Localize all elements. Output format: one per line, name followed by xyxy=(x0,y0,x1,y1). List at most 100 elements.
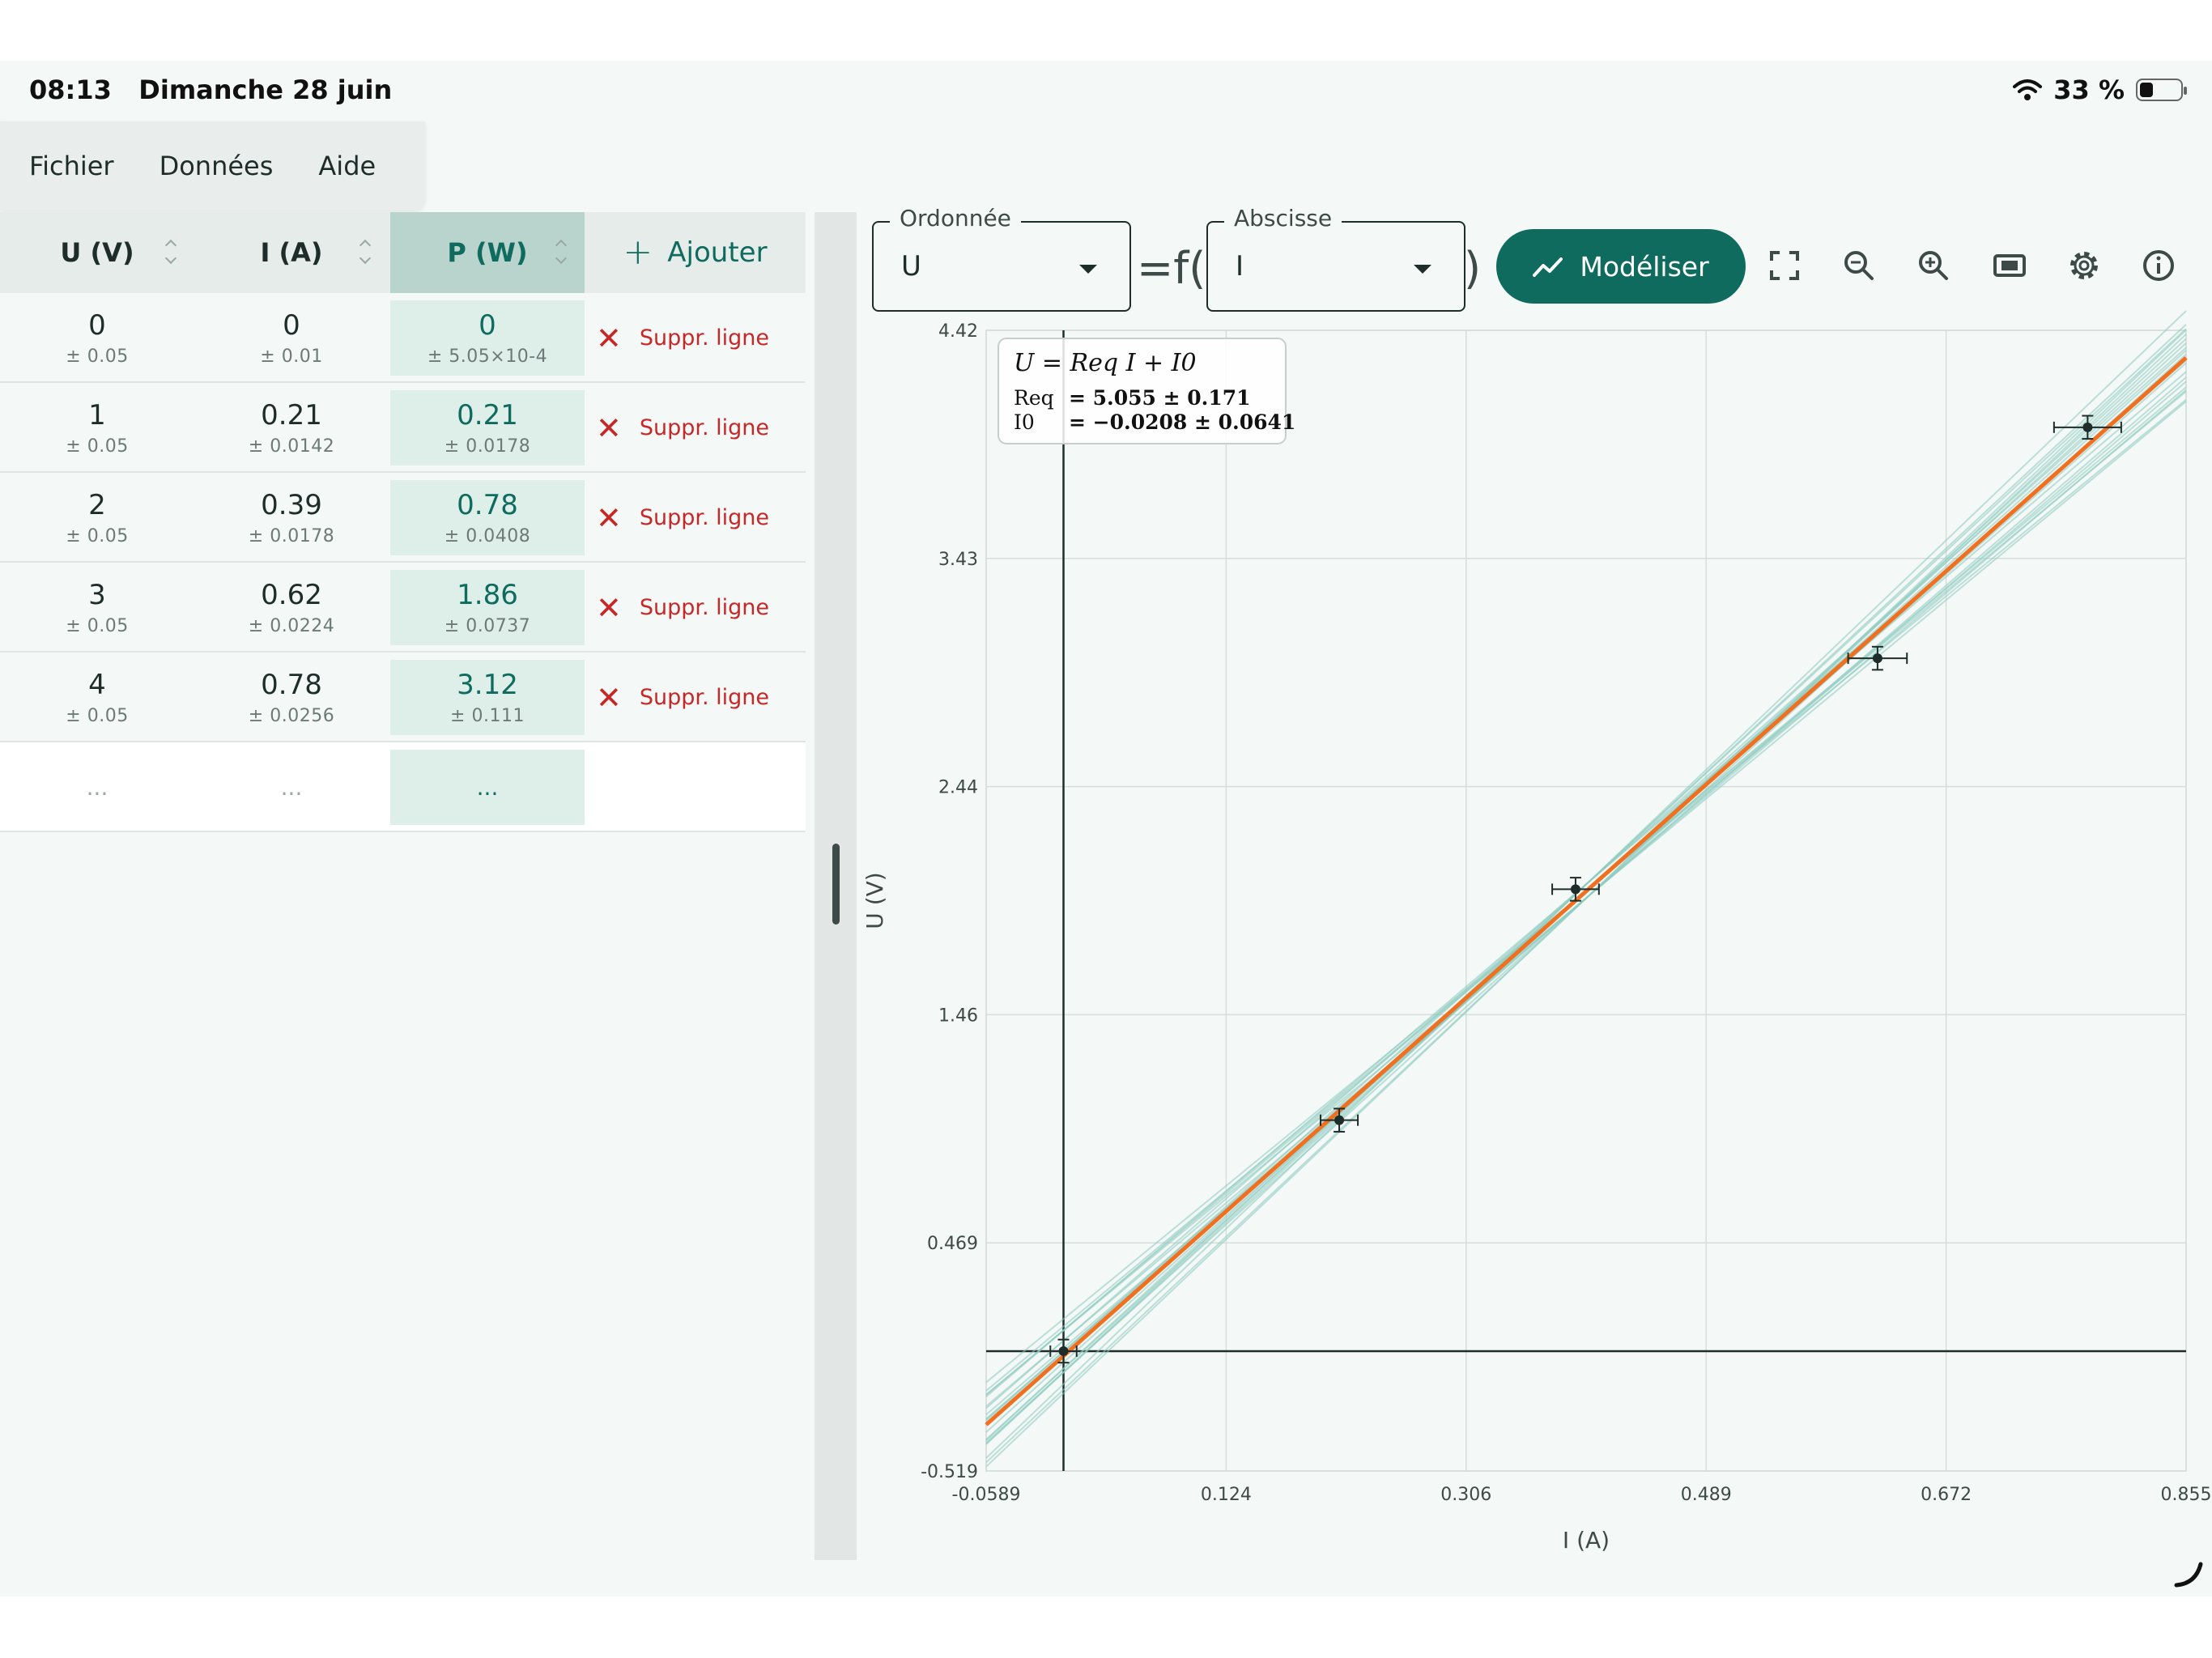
delete-row-button[interactable]: ✕ Suppr. ligne xyxy=(596,293,769,383)
chevron-down-icon xyxy=(1414,265,1431,274)
table-cell-u[interactable]: 0 ± 0.05 xyxy=(0,293,194,383)
model-button[interactable]: Modéliser xyxy=(1496,229,1746,304)
cell-value: 0.21 xyxy=(261,399,322,432)
table-cell-i[interactable]: 0 ± 0.01 xyxy=(194,293,389,383)
cell-uncertainty: ± 0.05 xyxy=(66,436,129,457)
splitter-handle[interactable] xyxy=(832,844,840,925)
ordinate-value: U xyxy=(901,250,921,283)
sort-icon[interactable] xyxy=(361,240,371,264)
table-cell-empty-p[interactable]: ... xyxy=(390,750,585,825)
cell-value: 0.21 xyxy=(457,399,518,432)
cell-uncertainty: ± 0.0178 xyxy=(248,526,335,546)
table-cell-u[interactable]: 1 ± 0.05 xyxy=(0,383,194,473)
ordinate-select[interactable]: Ordonnée U xyxy=(872,205,1131,312)
info-icon[interactable] xyxy=(2138,244,2180,287)
panel-splitter[interactable] xyxy=(815,212,857,1560)
cell-value: 0 xyxy=(283,309,300,342)
cell-uncertainty: ± 0.05 xyxy=(66,526,129,546)
close-icon: ✕ xyxy=(596,320,622,356)
sort-icon[interactable] xyxy=(167,240,177,264)
ordinate-label: Ordonnée xyxy=(890,205,1021,232)
plus-icon: + xyxy=(623,232,653,273)
table-cell-empty-i[interactable]: ... xyxy=(194,742,389,832)
close-icon: ✕ xyxy=(596,589,622,626)
table-cell-p[interactable]: 0.78 ± 0.0408 xyxy=(390,480,585,555)
cell-uncertainty: ± 0.0408 xyxy=(444,526,531,546)
table-cell-p[interactable]: 3.12 ± 0.111 xyxy=(390,660,585,735)
close-icon: ✕ xyxy=(596,410,622,446)
status-time: 08:13 xyxy=(29,74,112,105)
table-header: U (V) I (A) P (W) + Ajouter xyxy=(0,212,806,293)
table-row: 0 ± 0.05 0 ± 0.01 0 ± 5.05×10-4 ✕ Suppr. ligne xyxy=(0,293,806,383)
cell-value: 3 xyxy=(88,579,106,611)
abscissa-value: I xyxy=(1236,250,1244,283)
cell-value: ... xyxy=(86,774,108,801)
close-icon: ✕ xyxy=(596,679,622,716)
table-row: 1 ± 0.05 0.21 ± 0.0142 0.21 ± 0.0178 ✕ Suppr. l… xyxy=(0,383,806,473)
table-cell-p[interactable]: 1.86 ± 0.0737 xyxy=(390,570,585,645)
menu-file[interactable]: Fichier xyxy=(29,151,114,181)
status-bar-right: 33 % xyxy=(2013,74,2187,105)
table-cell-u[interactable]: 2 ± 0.05 xyxy=(0,473,194,563)
table-cell-u[interactable]: 3 ± 0.05 xyxy=(0,563,194,653)
column-header-u[interactable]: U (V) xyxy=(0,212,194,293)
cell-value: ... xyxy=(476,774,499,801)
cell-value: 0.78 xyxy=(261,669,322,701)
table-row: 3 ± 0.05 0.62 ± 0.0224 1.86 ± 0.0737 ✕ Suppr. l… xyxy=(0,563,806,653)
table-cell-i[interactable]: 0.78 ± 0.0256 xyxy=(194,653,389,742)
menu-data[interactable]: Données xyxy=(160,151,274,181)
table-row: 4 ± 0.05 0.78 ± 0.0256 3.12 ± 0.111 ✕ Suppr. li… xyxy=(0,653,806,742)
cell-uncertainty: ± 0.0224 xyxy=(248,616,335,636)
column-header-i[interactable]: I (A) xyxy=(194,212,389,293)
cell-uncertainty: ± 0.0142 xyxy=(248,436,335,457)
cell-value: 0 xyxy=(88,309,106,342)
table-cell-empty-u[interactable]: ... xyxy=(0,742,194,832)
delete-row-label: Suppr. ligne xyxy=(639,685,770,710)
table-cell-i[interactable]: 0.39 ± 0.0178 xyxy=(194,473,389,563)
cell-value: ... xyxy=(280,774,303,801)
abscissa-select[interactable]: Abscisse I xyxy=(1206,205,1465,312)
cell-uncertainty: ± 0.0178 xyxy=(444,436,531,457)
table-cell-i[interactable]: 0.62 ± 0.0224 xyxy=(194,563,389,653)
status-date: Dimanche 28 juin xyxy=(138,74,393,105)
delete-row-label: Suppr. ligne xyxy=(639,325,770,351)
delete-row-label: Suppr. ligne xyxy=(639,415,770,440)
trend-line-icon xyxy=(1533,257,1563,277)
close-icon: ✕ xyxy=(596,500,622,536)
column-header-p[interactable]: P (W) xyxy=(390,212,585,293)
table-cell-p[interactable]: 0.21 ± 0.0178 xyxy=(390,390,585,466)
cell-value: 4 xyxy=(88,669,106,701)
delete-row-button[interactable]: ✕ Suppr. ligne xyxy=(596,383,769,473)
delete-row-button[interactable]: ✕ Suppr. ligne xyxy=(596,563,769,653)
delete-row-label: Suppr. ligne xyxy=(639,595,770,620)
battery-fill xyxy=(2140,83,2153,97)
wifi-icon xyxy=(2013,79,2043,100)
delete-row-button[interactable]: ✕ Suppr. ligne xyxy=(596,473,769,563)
table-cell-u[interactable]: 4 ± 0.05 xyxy=(0,653,194,742)
cell-uncertainty: ± 0.05 xyxy=(66,706,129,726)
cell-uncertainty: ± 0.0737 xyxy=(444,616,531,636)
function-equals-label: =f( xyxy=(1137,243,1206,294)
cell-value: 3.12 xyxy=(457,669,518,701)
column-header-u-label: U (V) xyxy=(60,237,134,268)
add-column-button[interactable]: + Ajouter xyxy=(585,212,806,293)
cell-uncertainty: ± 0.0256 xyxy=(248,706,335,726)
cell-uncertainty: ± 5.05×10-4 xyxy=(427,346,548,367)
battery-percent: 33 % xyxy=(2053,74,2125,105)
fit-view-icon[interactable] xyxy=(1989,244,2031,287)
gear-icon[interactable] xyxy=(2063,244,2105,287)
table-cell-i[interactable]: 0.21 ± 0.0142 xyxy=(194,383,389,473)
column-header-p-label: P (W) xyxy=(447,237,528,268)
zoom-in-icon[interactable] xyxy=(1912,244,1955,287)
delete-row-button[interactable]: ✕ Suppr. ligne xyxy=(596,653,769,742)
resize-handle-icon[interactable] xyxy=(2173,1556,2206,1588)
zoom-out-icon[interactable] xyxy=(1838,244,1880,287)
menu-help[interactable]: Aide xyxy=(318,151,376,181)
cell-value: 0 xyxy=(479,309,496,342)
table-cell-p[interactable]: 0 ± 5.05×10-4 xyxy=(390,300,585,376)
sort-icon[interactable] xyxy=(557,240,567,264)
cell-uncertainty: ± 0.05 xyxy=(66,616,129,636)
function-close-paren: ) xyxy=(1464,243,1482,294)
fullscreen-icon[interactable] xyxy=(1763,244,1806,287)
menu-bar: Fichier Données Aide xyxy=(0,121,425,210)
